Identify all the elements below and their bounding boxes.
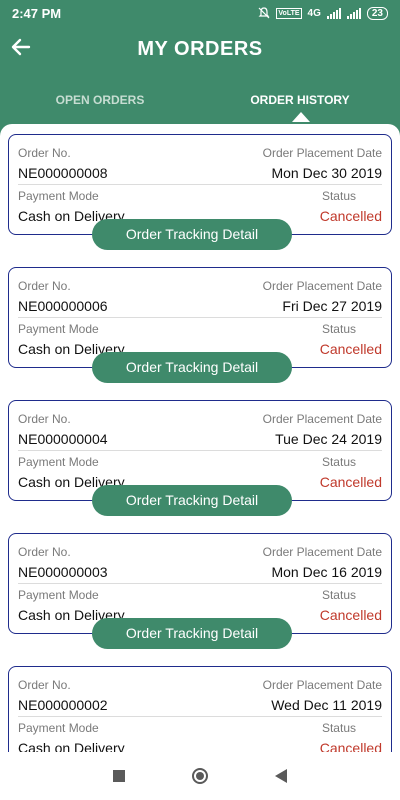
order-no-label: Order No. [18, 146, 71, 160]
order-no-label: Order No. [18, 412, 71, 426]
battery-icon: 23 [366, 6, 388, 20]
status-label: Status [321, 189, 356, 203]
active-tab-indicator [292, 112, 310, 122]
top-bar: MY ORDERS [0, 26, 400, 72]
order-tracking-button[interactable]: Order Tracking Detail [92, 219, 292, 250]
order-no-value: NE000000004 [18, 431, 108, 447]
placement-date-value: Tue Dec 24 2019 [275, 431, 382, 447]
order-no-value: NE000000002 [18, 697, 108, 713]
order-no-label: Order No. [18, 678, 71, 692]
placement-date-value: Wed Dec 11 2019 [271, 697, 382, 713]
status-label: Status [321, 588, 356, 602]
app-header: 2:47 PM VoLTE 4G 23 MY ORDERS OPEN ORDER… [0, 0, 400, 136]
order-no-value: NE000000003 [18, 564, 108, 580]
placement-date-label: Order Placement Date [262, 279, 382, 293]
placement-date-label: Order Placement Date [262, 545, 382, 559]
payment-mode-label: Payment Mode [18, 322, 99, 336]
status-label: Status [321, 721, 356, 735]
card-divider [18, 583, 382, 584]
placement-date-value: Mon Dec 30 2019 [271, 165, 382, 181]
order-tracking-button[interactable]: Order Tracking Detail [92, 352, 292, 383]
payment-mode-label: Payment Mode [18, 721, 99, 735]
status-bar: 2:47 PM VoLTE 4G 23 [0, 0, 400, 26]
back-arrow-icon[interactable] [10, 36, 32, 58]
volte-badge: VoLTE [276, 7, 302, 19]
card-divider [18, 450, 382, 451]
order-no-value: NE000000008 [18, 165, 108, 181]
placement-date-value: Fri Dec 27 2019 [282, 298, 382, 314]
payment-mode-label: Payment Mode [18, 189, 99, 203]
card-divider [18, 317, 382, 318]
status-label: Status [321, 455, 356, 469]
status-value: Cancelled [319, 607, 382, 623]
order-tabs: OPEN ORDERS ORDER HISTORY [0, 86, 400, 116]
status-value: Cancelled [319, 208, 382, 224]
order-no-value: NE000000006 [18, 298, 108, 314]
status-value: Cancelled [319, 341, 382, 357]
mute-bell-icon [258, 7, 270, 19]
order-tracking-button[interactable]: Order Tracking Detail [92, 485, 292, 516]
status-value: Cancelled [319, 740, 382, 752]
order-no-label: Order No. [18, 545, 71, 559]
placement-date-label: Order Placement Date [262, 678, 382, 692]
status-label: Status [321, 322, 356, 336]
placement-date-value: Mon Dec 16 2019 [271, 564, 382, 580]
order-no-label: Order No. [18, 279, 71, 293]
system-nav-bar [0, 752, 400, 800]
placement-date-label: Order Placement Date [262, 412, 382, 426]
signal-icon-2 [346, 7, 361, 19]
home-circle-icon[interactable] [191, 768, 208, 784]
status-icons: VoLTE 4G 23 [258, 6, 388, 20]
status-time: 2:47 PM [12, 5, 62, 21]
order-card: Order No. Order Placement Date NE0000000… [8, 666, 392, 752]
tab-open-orders[interactable]: OPEN ORDERS [0, 86, 200, 116]
card-divider [18, 184, 382, 185]
nav-back-triangle-icon[interactable] [274, 769, 287, 783]
payment-mode-value: Cash on Delivery [18, 740, 125, 752]
order-tracking-button[interactable]: Order Tracking Detail [92, 618, 292, 649]
card-divider [18, 716, 382, 717]
page-title: MY ORDERS [137, 37, 263, 60]
payment-mode-label: Payment Mode [18, 455, 99, 469]
signal-icon [326, 7, 341, 19]
placement-date-label: Order Placement Date [262, 146, 382, 160]
network-label: 4G [307, 7, 321, 19]
order-list[interactable]: Order No. Order Placement Date NE0000000… [0, 124, 400, 752]
payment-mode-label: Payment Mode [18, 588, 99, 602]
status-value: Cancelled [319, 474, 382, 490]
recents-square-icon[interactable] [113, 770, 126, 782]
